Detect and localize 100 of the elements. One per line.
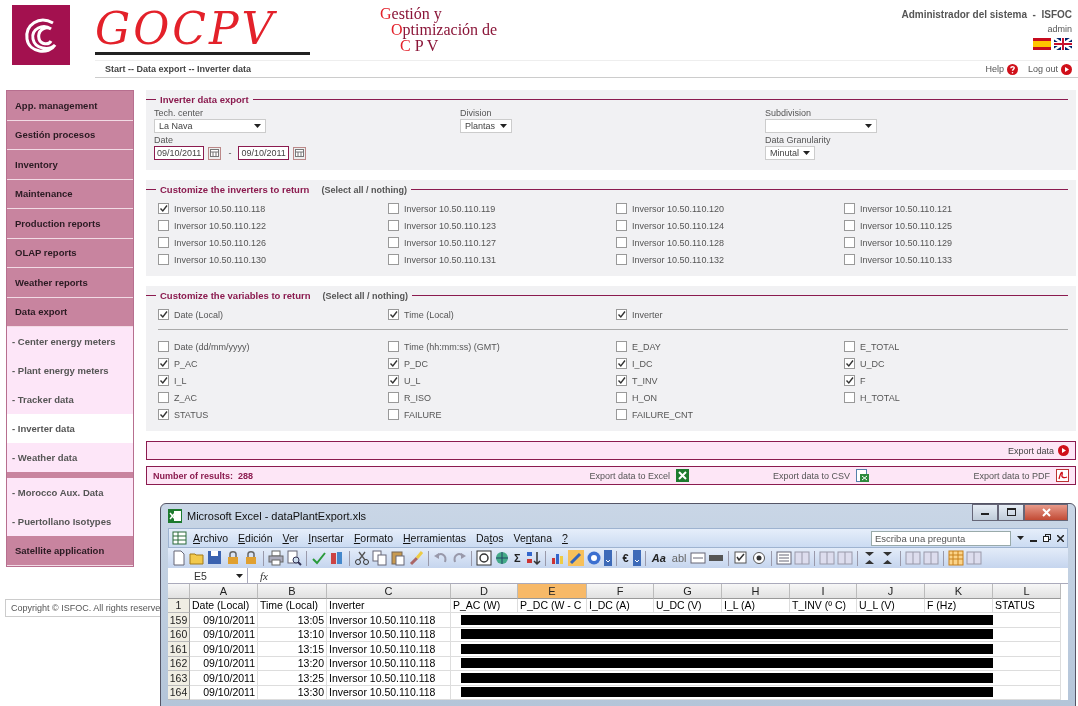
checkbox[interactable]	[616, 341, 627, 352]
logout-link[interactable]: Log out	[1027, 63, 1072, 75]
checkbox[interactable]	[616, 358, 627, 369]
menu-item[interactable]: Datos	[471, 532, 509, 544]
checkbox[interactable]	[844, 358, 855, 369]
checkbox[interactable]	[616, 203, 627, 214]
column-header[interactable]: A	[190, 584, 258, 599]
checkbox[interactable]	[158, 341, 169, 352]
checkbox[interactable]	[844, 254, 855, 265]
row-header[interactable]: 159	[168, 613, 190, 628]
pencil-icon[interactable]	[567, 550, 584, 566]
autosum-button[interactable]: Σ	[512, 552, 523, 564]
checkbox-icon[interactable]	[733, 550, 750, 566]
corner-cell[interactable]	[168, 584, 190, 599]
menu-item[interactable]: Ver	[277, 532, 304, 544]
column-header[interactable]: H	[722, 584, 790, 599]
checkbox[interactable]	[844, 220, 855, 231]
date-field[interactable]: 09/10/2011	[154, 146, 205, 160]
close-icon[interactable]	[1057, 534, 1064, 542]
sort-icon[interactable]	[524, 550, 541, 566]
help-search-field[interactable]: Escriba una pregunta	[871, 530, 1011, 546]
calendar-button[interactable]	[208, 146, 222, 160]
dropdown[interactable]: La Nava	[154, 119, 266, 133]
globe-icon[interactable]	[494, 550, 510, 566]
sidebar-item[interactable]: Gestión procesos	[7, 120, 133, 150]
export-link[interactable]: Export data to PDF	[973, 469, 1069, 482]
checkbox[interactable]	[158, 254, 169, 265]
checkbox[interactable]	[388, 375, 399, 386]
dropdown[interactable]: Plantas	[460, 119, 512, 133]
checkbox[interactable]	[388, 341, 399, 352]
export-link[interactable]: Export data to Excel	[589, 469, 689, 482]
export-button[interactable]: Export data	[1007, 445, 1069, 456]
clipboard-icon[interactable]	[390, 550, 406, 566]
checkbox[interactable]	[616, 254, 627, 265]
checkbox[interactable]	[158, 237, 169, 248]
close-button[interactable]	[1024, 503, 1068, 521]
menu-item[interactable]: Insertar	[303, 532, 349, 544]
checkbox[interactable]	[844, 203, 855, 214]
column-header[interactable]: E	[518, 584, 587, 599]
checkbox[interactable]	[388, 358, 399, 369]
checkbox[interactable]	[844, 375, 855, 386]
form-field-icon[interactable]	[690, 550, 707, 566]
sidebar-subitem[interactable]: - Morocco Aux. Data	[7, 478, 133, 507]
calendar-button[interactable]	[292, 146, 306, 160]
column-header[interactable]: C	[327, 584, 451, 599]
lock-icon[interactable]	[225, 550, 241, 566]
column-header[interactable]: B	[258, 584, 327, 599]
chevron-icon[interactable]	[632, 550, 641, 566]
maximize-button[interactable]	[998, 503, 1024, 521]
column-header[interactable]: K	[925, 584, 993, 599]
sidebar-subitem[interactable]: - Tracker data	[7, 385, 133, 414]
menu-item[interactable]: Archivo	[188, 532, 234, 544]
copy-icon[interactable]	[372, 550, 388, 566]
column-header[interactable]: L	[993, 584, 1061, 599]
sidebar-subitem[interactable]: - Puertollano Isotypes	[7, 507, 133, 536]
checkbox[interactable]	[844, 392, 855, 403]
radio-icon[interactable]	[751, 550, 768, 566]
checkbox[interactable]	[616, 392, 627, 403]
checkbox[interactable]	[388, 309, 399, 320]
document-icon[interactable]	[171, 550, 187, 566]
checkbox[interactable]	[158, 309, 169, 320]
checkbox[interactable]	[158, 392, 169, 403]
column-header[interactable]: F	[587, 584, 654, 599]
check-icon[interactable]	[311, 550, 327, 566]
sidebar-item[interactable]: OLAP reports	[7, 238, 133, 268]
restore-icon[interactable]	[1043, 534, 1051, 542]
column-header[interactable]: I	[790, 584, 857, 599]
column-header[interactable]: D	[451, 584, 518, 599]
checkbox[interactable]	[158, 358, 169, 369]
currency-button[interactable]: €	[620, 552, 631, 564]
sidebar-item[interactable]: Satellite application	[7, 536, 133, 566]
checkbox[interactable]	[158, 220, 169, 231]
menu-item[interactable]: Herramientas	[398, 532, 472, 544]
font-button[interactable]: Aa	[649, 552, 668, 564]
menu-item[interactable]: ?	[557, 532, 573, 544]
lock-icon[interactable]	[243, 550, 259, 566]
checkbox[interactable]	[388, 409, 399, 420]
scissors-icon[interactable]	[354, 550, 370, 566]
printer-icon[interactable]	[268, 550, 284, 566]
help-link[interactable]: Help	[985, 63, 1018, 75]
checkbox[interactable]	[158, 203, 169, 214]
checkbox[interactable]	[616, 409, 627, 420]
list-icon[interactable]	[776, 550, 793, 566]
checkbox[interactable]	[388, 254, 399, 265]
dropdown[interactable]: Minutal	[765, 146, 815, 160]
column-header[interactable]: J	[857, 584, 925, 599]
checkbox[interactable]	[388, 237, 399, 248]
text-field-button[interactable]: abl	[669, 552, 689, 564]
magnifier-icon[interactable]	[286, 550, 302, 566]
checkbox[interactable]	[616, 237, 627, 248]
sidebar-subitem[interactable]: - Plant energy meters	[7, 356, 133, 385]
export-link[interactable]: Export data to CSV	[772, 469, 869, 482]
checkbox[interactable]	[158, 409, 169, 420]
checkbox[interactable]	[616, 220, 627, 231]
caret-icon[interactable]	[1017, 536, 1024, 540]
checkbox[interactable]	[158, 375, 169, 386]
sidebar-subitem[interactable]: - Weather data	[7, 443, 133, 472]
sidebar-item[interactable]: Data export	[7, 297, 133, 327]
sidebar-item[interactable]: Inventory	[7, 150, 133, 180]
checkbox[interactable]	[388, 220, 399, 231]
